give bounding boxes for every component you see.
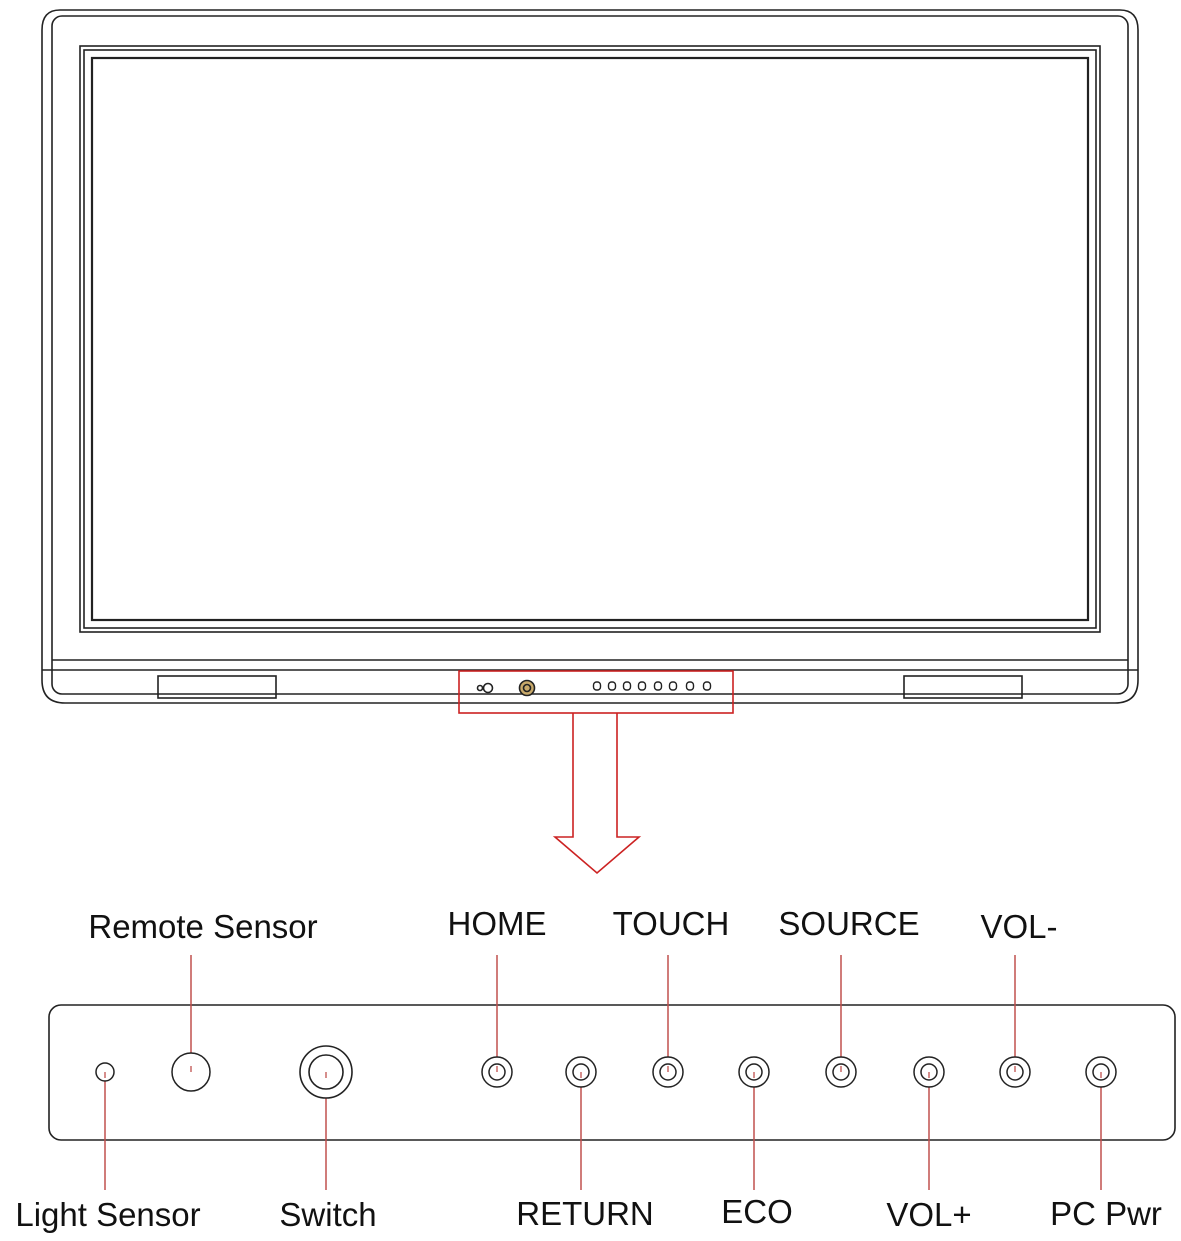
outer-bezel <box>41 9 1139 704</box>
control-eco: ECO <box>721 1056 793 1230</box>
label-home: HOME <box>448 905 547 942</box>
label-touch: TOUCH <box>613 905 730 942</box>
control-touch: TOUCH <box>613 905 730 1088</box>
chin-button-icon <box>653 681 663 691</box>
chin-button-icon <box>668 681 678 691</box>
chin-button-icon <box>637 681 647 691</box>
panel-controls: Light Sensor Remote Sensor Switch HOME RETUR… <box>15 905 1162 1233</box>
control-light-sensor: Light Sensor <box>15 1062 201 1233</box>
callout-arrow <box>552 713 642 875</box>
display-unit <box>41 9 1139 704</box>
label-vol-minus: VOL- <box>980 908 1057 945</box>
label-switch: Switch <box>279 1196 376 1233</box>
chin-button-icon <box>622 681 632 691</box>
frame-outer <box>79 45 1101 633</box>
chin-button-icon <box>607 681 617 691</box>
control-return: RETURN <box>516 1056 654 1232</box>
inner-bezel <box>51 15 1129 695</box>
control-remote-sensor: Remote Sensor <box>88 908 318 1092</box>
control-source: SOURCE <box>778 905 920 1088</box>
diagram-canvas: Light Sensor Remote Sensor Switch HOME RETUR… <box>15 9 1176 1233</box>
power-switch-icon <box>518 679 536 697</box>
label-remote-sensor: Remote Sensor <box>88 908 317 945</box>
frame-inner <box>83 49 1097 629</box>
callout-box <box>458 670 734 714</box>
remote-sensor-icon <box>476 682 494 694</box>
label-vol-plus: VOL+ <box>886 1196 971 1233</box>
label-return: RETURN <box>516 1195 654 1232</box>
chin-button-icon <box>702 681 712 691</box>
label-light-sensor: Light Sensor <box>15 1196 200 1233</box>
control-pc-pwr: PC Pwr <box>1050 1056 1162 1232</box>
chin-button-row <box>592 681 712 691</box>
label-pc-pwr: PC Pwr <box>1050 1195 1162 1232</box>
control-vol-minus: VOL- <box>980 908 1058 1088</box>
screen-area <box>90 56 1090 622</box>
chin-button-icon <box>592 681 602 691</box>
label-eco: ECO <box>721 1193 793 1230</box>
callout <box>458 670 734 875</box>
label-source: SOURCE <box>778 905 919 942</box>
chin-button-icon <box>685 681 695 691</box>
front-panel-diagram: Light Sensor Remote Sensor Switch HOME RETUR… <box>0 0 1181 1236</box>
control-vol-plus: VOL+ <box>886 1056 972 1233</box>
control-home: HOME <box>448 905 547 1088</box>
